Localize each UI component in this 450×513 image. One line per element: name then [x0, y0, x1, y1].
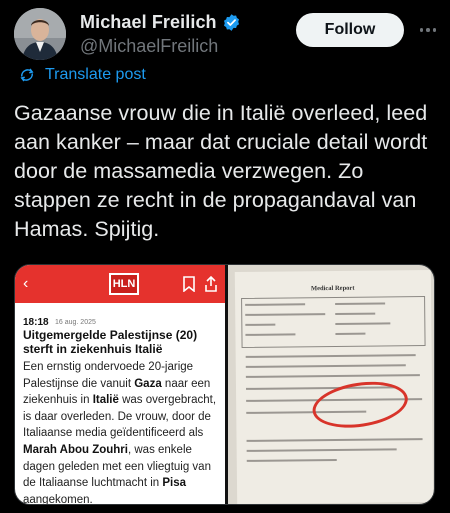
bookmark-icon: [183, 276, 195, 292]
author-display-name[interactable]: Michael Freilich: [80, 12, 217, 33]
article-body-segment: aangekomen.: [23, 493, 93, 505]
document-text-line: [245, 364, 406, 368]
back-arrow-icon: ‹: [23, 275, 29, 292]
document-title: Medical Report: [310, 284, 355, 293]
article-body-segment: Marah Abou Zouhri: [23, 443, 128, 456]
article-date: 16 aug. 2025: [55, 319, 96, 326]
document-text-line: [246, 448, 397, 452]
article-screenshot-image[interactable]: ‹ HLN 18:18 16 aug. 2025 Uitgemergelde P…: [15, 265, 225, 505]
follow-button[interactable]: Follow: [296, 13, 404, 47]
translate-icon: [20, 68, 34, 82]
hln-header-bar: ‹ HLN: [15, 265, 225, 303]
article-body-segment: Gaza: [134, 377, 162, 390]
document-text-line: [245, 354, 416, 358]
article-headline: Uitgemergelde Palestijnse (20) sterft in…: [23, 328, 198, 356]
document-text-line: [245, 374, 420, 378]
document-text-line: [246, 438, 423, 442]
red-annotation-circle: [309, 375, 411, 434]
post-media[interactable]: ‹ HLN 18:18 16 aug. 2025 Uitgemergelde P…: [14, 264, 435, 505]
author-handle[interactable]: @MichaelFreilich: [80, 36, 218, 57]
author-name-row: Michael Freilich: [80, 12, 241, 33]
article-time: 18:18: [23, 317, 49, 328]
article-body-segment: Pisa: [162, 477, 187, 490]
verified-badge-icon: [222, 13, 241, 32]
post-text: Gazaanse vrouw die in Italië overleed, l…: [14, 101, 428, 241]
share-icon: [205, 276, 217, 292]
article-body: Een ernstig ondervoede 20-jarige Palesti…: [23, 359, 223, 505]
avatar[interactable]: [14, 8, 66, 60]
translate-label: Translate post: [45, 66, 146, 83]
translate-post-link[interactable]: Translate post: [18, 66, 146, 84]
medical-report-image[interactable]: Medical Report: [228, 265, 434, 504]
document-paper: Medical Report: [234, 269, 434, 504]
article-body-segment: Italië: [92, 394, 119, 407]
document-text-line: [335, 332, 366, 335]
document-text-line: [245, 323, 276, 326]
document-text-line: [335, 312, 376, 315]
hln-logo: HLN: [109, 273, 139, 295]
document-text-line: [246, 458, 337, 462]
more-horizontal-icon[interactable]: [418, 20, 438, 40]
